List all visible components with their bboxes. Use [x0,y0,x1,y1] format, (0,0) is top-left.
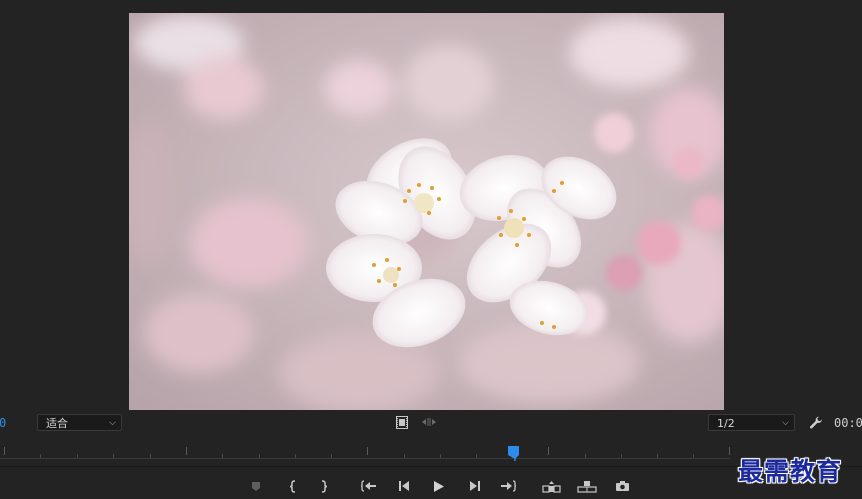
divider [0,466,862,467]
zoom-level-dropdown[interactable]: 适合 ⌵ [37,414,122,431]
ruler-tick [331,454,332,458]
step-back-button[interactable] [395,476,413,496]
blossom-frame-image [129,13,724,410]
camera-icon [615,481,629,491]
arrows-icon[interactable] [421,415,437,429]
go-to-in-icon [361,480,376,492]
play-button[interactable] [430,476,448,496]
extract-button[interactable] [576,476,598,496]
monitor-control-bar: 0 适合 ⌵ 1/2 ⌵ 00:0 [0,410,862,436]
step-back-icon [399,481,409,491]
duration-timecode: 00:0 [834,416,862,430]
ruler-tick [657,454,658,458]
ruler-tick [222,454,223,458]
ruler-baseline [0,458,730,459]
ruler-tick [40,454,41,458]
transport-controls [0,476,862,498]
marker-icon [252,481,260,491]
program-monitor-video [129,13,724,410]
mark-out-icon [321,479,328,493]
ruler-tick [367,447,368,455]
playhead-marker-icon[interactable] [507,445,523,461]
ruler-tick [621,454,622,458]
film-frame-icon[interactable] [395,415,409,429]
ruler-tick [77,454,78,458]
watermark-logo: 最需教育 [738,457,843,486]
resolution-value: 1/2 [717,417,735,430]
extract-icon [577,480,597,493]
ruler-tick [729,447,730,455]
mark-out-button[interactable] [315,476,333,496]
go-to-in-button[interactable] [360,476,378,496]
ruler-tick [4,447,5,455]
chevron-down-icon: ⌵ [109,418,116,428]
lift-button[interactable] [541,476,563,496]
ruler-tick [113,454,114,458]
ruler-tick [548,447,549,455]
lift-icon [542,480,561,493]
ruler-tick [476,454,477,458]
ruler-tick [186,447,187,455]
mark-in-button[interactable] [284,476,302,496]
ruler-tick [150,454,151,458]
wrench-icon[interactable] [808,415,824,431]
ruler-tick [259,454,260,458]
step-forward-button[interactable] [466,476,484,496]
ruler-tick [440,454,441,458]
play-icon [434,480,444,492]
playback-resolution-dropdown[interactable]: 1/2 ⌵ [708,414,795,431]
ruler-tick [585,454,586,458]
export-frame-button[interactable] [613,476,631,496]
go-to-out-button[interactable] [499,476,517,496]
step-forward-icon [470,481,480,491]
zoom-level-value: 适合 [46,417,68,430]
add-marker-button[interactable] [247,476,265,496]
playhead-timecode[interactable]: 0 [0,416,6,430]
ruler-tick [295,454,296,458]
time-ruler[interactable] [0,442,730,464]
ruler-tick [404,454,405,458]
chevron-down-icon: ⌵ [782,418,789,428]
mark-in-icon [289,479,296,493]
go-to-out-icon [501,480,516,492]
ruler-tick [693,454,694,458]
